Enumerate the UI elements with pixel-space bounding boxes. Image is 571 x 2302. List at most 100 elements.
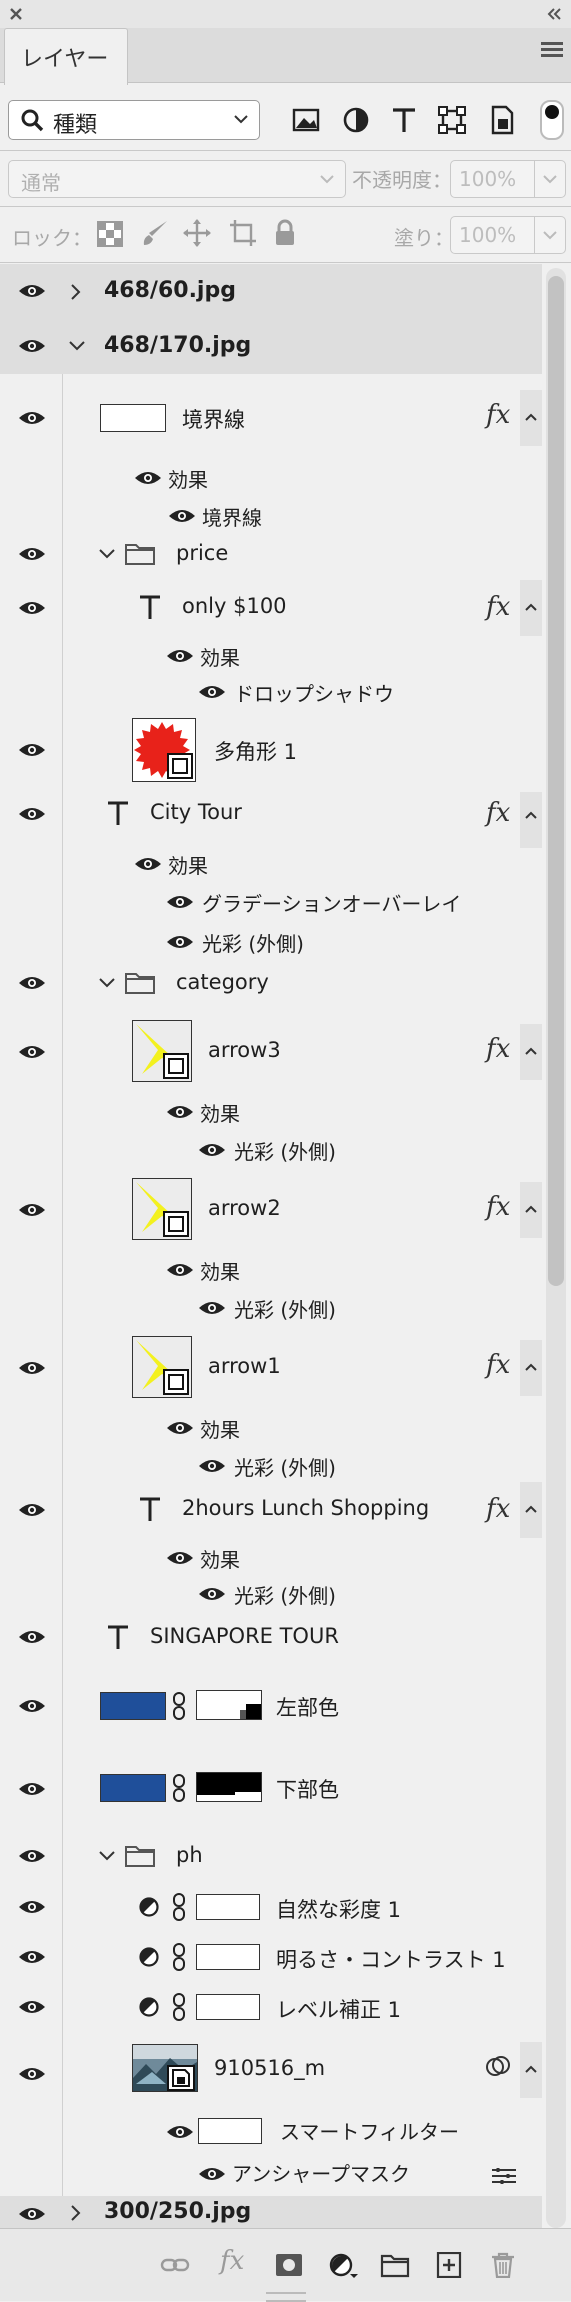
eye-icon[interactable] <box>18 1629 46 1645</box>
filter-blending-options-icon[interactable] <box>490 2166 518 2186</box>
layers-scrollbar-thumb[interactable] <box>548 276 564 1286</box>
layer-row[interactable]: 2hours Lunch Shopping fx 効果 光彩 (外側) <box>0 1482 542 1611</box>
eye-icon[interactable] <box>18 1781 46 1797</box>
tab-layers[interactable]: レイヤー <box>4 28 128 85</box>
eye-icon[interactable] <box>166 1550 194 1566</box>
eye-icon[interactable] <box>198 1142 226 1158</box>
chevron-down-icon[interactable] <box>98 548 116 560</box>
effects-collapse-button[interactable] <box>520 580 542 636</box>
type-layer-filter-icon[interactable] <box>388 104 420 136</box>
layer-row[interactable]: arrow2 fx 効果 光彩 (外側) <box>0 1166 542 1325</box>
effects-collapse-button[interactable] <box>520 1024 542 1080</box>
layer-row[interactable]: 明るさ・コントラスト 1 <box>0 1932 542 1983</box>
layer-row[interactable]: arrow3 fx 効果 光彩 (外側) <box>0 1008 542 1167</box>
layer-group-row[interactable]: 300/250.jpg <box>0 2196 542 2228</box>
lock-artboard-icon[interactable] <box>228 218 258 248</box>
eye-icon[interactable] <box>198 1458 226 1474</box>
layer-row[interactable]: arrow1 fx 効果 光彩 (外側) <box>0 1324 542 1483</box>
resize-grip[interactable] <box>266 2292 306 2302</box>
chevron-down-icon[interactable] <box>68 340 86 352</box>
eye-icon[interactable] <box>18 1949 46 1965</box>
eye-icon[interactable] <box>198 684 226 700</box>
add-layer-style-icon[interactable]: fx <box>220 2246 244 2276</box>
layer-group-row[interactable]: 468/60.jpg <box>0 264 542 319</box>
new-group-icon[interactable] <box>380 2252 410 2278</box>
adjustment-layer-filter-icon[interactable] <box>340 104 372 136</box>
fx-icon[interactable]: fx <box>486 1192 510 1222</box>
eye-icon[interactable] <box>166 1420 194 1436</box>
eye-icon[interactable] <box>18 1044 46 1060</box>
filters-collapse-button[interactable] <box>520 2042 542 2098</box>
link-icon[interactable] <box>172 1773 186 1803</box>
link-icon[interactable] <box>172 1691 186 1721</box>
smart-object-filter-icon[interactable] <box>486 104 518 136</box>
eye-icon[interactable] <box>166 1104 194 1120</box>
blend-mode-select[interactable]: 通常 <box>8 160 346 198</box>
eye-icon[interactable] <box>168 508 196 524</box>
layer-row[interactable]: only $100 fx 効果 ドロップシャドウ <box>0 580 542 709</box>
fx-icon[interactable]: fx <box>486 1034 510 1064</box>
eye-icon[interactable] <box>18 600 46 616</box>
add-mask-icon[interactable] <box>274 2252 304 2278</box>
new-layer-icon[interactable] <box>434 2252 464 2278</box>
eye-icon[interactable] <box>18 2066 46 2082</box>
lock-all-icon[interactable] <box>272 218 298 248</box>
layer-row[interactable]: SINGAPORE TOUR <box>0 1610 542 1665</box>
link-icon[interactable] <box>172 1942 186 1972</box>
layer-row[interactable]: 左部色 <box>0 1664 542 1749</box>
eye-icon[interactable] <box>134 856 162 872</box>
effects-collapse-button[interactable] <box>520 390 542 446</box>
effects-collapse-button[interactable] <box>520 1182 542 1238</box>
layer-row[interactable]: 自然な彩度 1 <box>0 1882 542 1933</box>
layer-row[interactable]: 下部色 <box>0 1748 542 1831</box>
smart-filter-icon[interactable] <box>484 2054 512 2080</box>
lock-position-icon[interactable] <box>182 218 212 248</box>
effects-collapse-button[interactable] <box>520 1340 542 1396</box>
chevron-right-icon[interactable] <box>70 283 82 301</box>
lock-image-pixels-icon[interactable] <box>140 218 170 248</box>
collapse-icon[interactable] <box>545 6 563 22</box>
eye-icon[interactable] <box>198 1300 226 1316</box>
eye-icon[interactable] <box>18 1899 46 1915</box>
effects-collapse-button[interactable] <box>520 792 542 848</box>
eye-icon[interactable] <box>166 894 194 910</box>
chevron-down-icon[interactable] <box>98 977 116 989</box>
eye-icon[interactable] <box>18 283 46 299</box>
close-icon[interactable] <box>8 6 24 22</box>
eye-icon[interactable] <box>18 1360 46 1376</box>
chevron-down-icon[interactable] <box>98 1850 116 1862</box>
fx-icon[interactable]: fx <box>486 1494 510 1524</box>
layer-group-row[interactable]: 468/170.jpg <box>0 318 542 375</box>
eye-icon[interactable] <box>166 648 194 664</box>
link-icon[interactable] <box>172 1892 186 1922</box>
layer-row[interactable]: レベル補正 1 <box>0 1982 542 2033</box>
eye-icon[interactable] <box>18 2206 46 2222</box>
effects-collapse-button[interactable] <box>520 1482 542 1538</box>
filter-kind-select[interactable]: 種類 <box>8 100 260 140</box>
eye-icon[interactable] <box>18 1502 46 1518</box>
eye-icon[interactable] <box>166 934 194 950</box>
layer-group-row[interactable]: category <box>0 958 542 1009</box>
new-adjustment-layer-icon[interactable] <box>328 2252 358 2278</box>
fx-icon[interactable]: fx <box>486 400 510 430</box>
eye-icon[interactable] <box>18 1202 46 1218</box>
eye-icon[interactable] <box>18 975 46 991</box>
eye-icon[interactable] <box>18 806 46 822</box>
eye-icon[interactable] <box>198 2166 226 2182</box>
filter-toggle-switch[interactable] <box>540 100 564 140</box>
eye-icon[interactable] <box>18 338 46 354</box>
layer-row[interactable]: 多角形 1 <box>0 708 542 793</box>
eye-icon[interactable] <box>18 1999 46 2015</box>
lock-transparent-pixels-icon[interactable] <box>96 220 124 248</box>
eye-icon[interactable] <box>18 742 46 758</box>
link-icon[interactable] <box>172 1992 186 2022</box>
fx-icon[interactable]: fx <box>486 798 510 828</box>
layer-group-row[interactable]: price <box>0 528 542 581</box>
chevron-right-icon[interactable] <box>70 2204 82 2222</box>
eye-icon[interactable] <box>18 1848 46 1864</box>
eye-icon[interactable] <box>18 410 46 426</box>
eye-icon[interactable] <box>18 1698 46 1714</box>
pixel-layer-filter-icon[interactable] <box>290 104 322 136</box>
layer-row[interactable]: 910516_m スマートフィルター アンシャープマスク <box>0 2032 542 2197</box>
shape-layer-filter-icon[interactable] <box>436 104 468 136</box>
